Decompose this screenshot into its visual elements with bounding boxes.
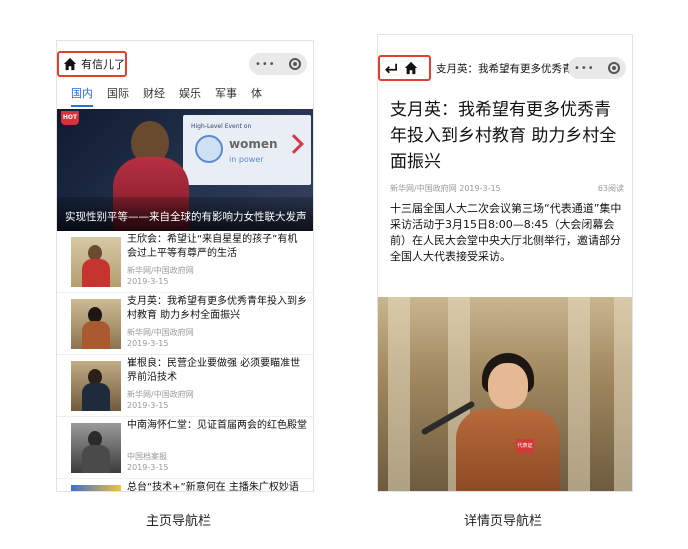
home-nav-title: 有信儿了 xyxy=(81,58,125,71)
banner-backdrop-screen: High-Level Event on women in power xyxy=(183,115,311,185)
close-target-icon[interactable] xyxy=(608,62,620,74)
home-icon[interactable] xyxy=(63,57,77,71)
back-icon[interactable] xyxy=(384,62,398,74)
news-thumbnail xyxy=(71,423,121,473)
article-title: 支月英：我希望有更多优秀青年投入到乡村教育 助力乡村全面振兴 xyxy=(390,100,617,172)
more-dots-icon[interactable]: ••• xyxy=(255,59,276,70)
news-date: 2019-3-15 xyxy=(127,401,169,410)
article-photo: 代表证 xyxy=(378,297,632,491)
detail-caption: 详情页导航栏 xyxy=(464,514,543,529)
tab-international[interactable]: 国际 xyxy=(107,85,129,107)
news-title: 崔根良：民营企业要做强 必须要瞄准世界前沿技术 xyxy=(127,358,301,383)
home-icon[interactable] xyxy=(404,61,418,75)
tab-finance[interactable]: 财经 xyxy=(143,85,165,107)
news-thumbnail xyxy=(71,299,121,349)
banner-caption: 实现性别平等——来自全球的有影响力女性联大发声 xyxy=(65,211,307,223)
close-target-icon[interactable] xyxy=(289,58,301,70)
news-list: 王欣会：希望让“来自星星的孩子”有机会过上平等有尊严的生活 新华网/中国政府网 … xyxy=(57,231,313,492)
list-item[interactable]: 崔根良：民营企业要做强 必须要瞄准世界前沿技术 新华网/中国政府网 2019-3… xyxy=(57,355,313,417)
home-nav-highlight[interactable]: 有信儿了 xyxy=(57,51,127,77)
news-source: 中国档案报 xyxy=(127,452,167,461)
tab-sports[interactable]: 体 xyxy=(251,85,262,107)
news-thumbnail xyxy=(71,485,121,491)
news-title: 中南海怀仁堂：见证首届两会的红色殿堂 xyxy=(127,420,307,431)
article-source: 新华网/中国政府网 2019-3-15 xyxy=(390,184,501,193)
arrow-icon xyxy=(284,134,304,154)
screen-logo-text: women xyxy=(229,137,278,151)
photo-person-body xyxy=(456,409,560,491)
miniapp-capsule[interactable]: ••• xyxy=(249,53,307,75)
screen-sub-text: in power xyxy=(229,155,264,164)
news-date: 2019-3-15 xyxy=(127,339,169,348)
detail-nav-title: 支月英：我希望有更多优秀青... xyxy=(436,63,583,75)
list-item[interactable]: 支月英：我希望有更多优秀青年投入到乡村教育 助力乡村全面振兴 新华网/中国政府网… xyxy=(57,293,313,355)
article-reads: 63阅读 xyxy=(597,184,624,193)
news-date: 2019-3-15 xyxy=(127,277,169,286)
delegate-badge: 代表证 xyxy=(516,439,534,453)
article-body: 十三届全国人大二次会议第三场“代表通道”集中采访活动于3月15日8:00—8:4… xyxy=(390,202,622,263)
news-date: 2019-3-15 xyxy=(127,463,169,472)
news-source: 新华网/中国政府网 xyxy=(127,266,194,275)
detail-nav-highlight xyxy=(378,55,431,81)
tab-military[interactable]: 军事 xyxy=(215,85,237,107)
hot-badge: HOT xyxy=(61,111,79,125)
un-emblem-icon xyxy=(195,135,223,163)
news-title: 王欣会：希望让“来自星星的孩子”有机会过上平等有尊严的生活 xyxy=(127,234,298,259)
news-title: 支月英：我希望有更多优秀青年投入到乡村教育 助力乡村全面振兴 xyxy=(127,296,307,321)
article-meta: 新华网/中国政府网 2019-3-15 63阅读 xyxy=(390,183,624,194)
screen-event-text: High-Level Event on xyxy=(191,123,252,130)
headline-banner[interactable]: High-Level Event on women in power HOT 实… xyxy=(57,109,313,231)
miniapp-capsule[interactable]: ••• xyxy=(568,57,626,79)
home-caption: 主页导航栏 xyxy=(146,514,212,529)
news-title: 总台“技术+”新意何在 主播朱广权妙语 xyxy=(127,482,299,492)
news-source: 新华网/中国政府网 xyxy=(127,328,194,337)
detail-nav-bar: 支月英：我希望有更多优秀青... ••• xyxy=(378,55,632,81)
tab-domestic[interactable]: 国内 xyxy=(71,85,93,107)
list-item[interactable]: 中南海怀仁堂：见证首届两会的红色殿堂 中国档案报 2019-3-15 xyxy=(57,417,313,479)
photo-person-face xyxy=(488,363,528,409)
home-nav-bar: 有信儿了 ••• xyxy=(57,51,313,77)
list-item[interactable]: 总台“技术+”新意何在 主播朱广权妙语 xyxy=(57,479,313,492)
news-thumbnail xyxy=(71,361,121,411)
category-tabs: 国内 国际 财经 娱乐 军事 体 xyxy=(57,85,313,107)
more-dots-icon[interactable]: ••• xyxy=(574,63,595,74)
home-page-screen: 有信儿了 ••• 国内 国际 财经 娱乐 军事 体 High-Level Eve… xyxy=(56,40,314,492)
list-item[interactable]: 王欣会：希望让“来自星星的孩子”有机会过上平等有尊严的生活 新华网/中国政府网 … xyxy=(57,231,313,293)
news-source: 新华网/中国政府网 xyxy=(127,390,194,399)
news-thumbnail xyxy=(71,237,121,287)
tab-entertainment[interactable]: 娱乐 xyxy=(179,85,201,107)
detail-page-screen: 支月英：我希望有更多优秀青... ••• 支月英：我希望有更多优秀青年投入到乡村… xyxy=(377,34,633,492)
